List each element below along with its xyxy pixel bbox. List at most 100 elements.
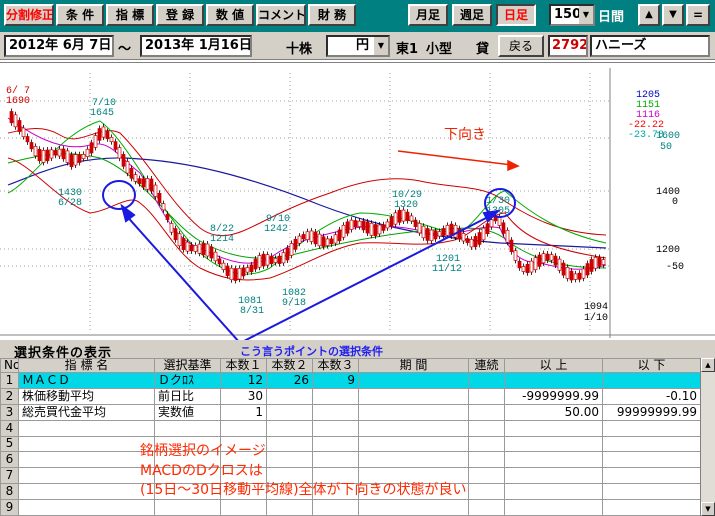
register-button[interactable]: 登 録 — [156, 4, 204, 26]
table-cell[interactable] — [312, 435, 359, 453]
table-cell[interactable]: Ｄクﾛｽ — [154, 372, 221, 389]
company-name-field[interactable]: ハニーズ — [590, 35, 710, 57]
table-cell[interactable] — [602, 419, 701, 437]
table-cell[interactable] — [602, 467, 701, 485]
table-cell[interactable] — [154, 419, 221, 437]
scroll-up-button[interactable]: ▲ — [638, 4, 660, 26]
col-header-criteria[interactable]: 選択基準 — [154, 358, 221, 373]
start-date-field[interactable]: 2012年 6月 7日 — [4, 35, 114, 57]
table-cell[interactable] — [220, 499, 267, 516]
monthly-button[interactable]: 月足 — [408, 4, 448, 26]
table-cell[interactable] — [468, 419, 505, 437]
table-cell[interactable] — [468, 387, 505, 405]
table-cell[interactable] — [18, 451, 155, 469]
end-date-field[interactable]: 2013年 1月16日 — [140, 35, 252, 57]
chevron-down-icon[interactable]: ▼ — [374, 37, 388, 55]
table-cell[interactable] — [602, 372, 701, 389]
table-cell[interactable] — [18, 483, 155, 500]
back-button[interactable]: 戻る — [498, 35, 544, 57]
table-cell[interactable]: 前日比 — [154, 387, 221, 405]
weekly-button[interactable]: 週足 — [452, 4, 492, 26]
table-cell[interactable]: 30 — [220, 387, 267, 405]
table-row[interactable]: 5 — [0, 435, 701, 453]
table-cell[interactable]: 株価移動平均 — [18, 387, 155, 405]
table-cell[interactable] — [358, 387, 469, 405]
table-cell[interactable] — [504, 419, 603, 437]
table-cell[interactable] — [220, 419, 267, 437]
table-cell[interactable]: 26 — [266, 372, 313, 389]
table-cell[interactable] — [358, 372, 469, 389]
table-cell[interactable] — [312, 419, 359, 437]
col-header-max[interactable]: 以 下 — [602, 358, 701, 373]
table-row[interactable]: 4 — [0, 419, 701, 437]
table-cell[interactable] — [468, 467, 505, 485]
table-cell[interactable] — [504, 483, 603, 500]
col-header-count3[interactable]: 本数３ — [312, 358, 359, 373]
table-cell[interactable]: -9999999.99 — [504, 387, 603, 405]
table-cell[interactable]: 実数値 — [154, 403, 221, 421]
col-header-min[interactable]: 以 上 — [504, 358, 603, 373]
table-cell[interactable] — [602, 483, 701, 500]
table-cell[interactable]: 50.00 — [504, 403, 603, 421]
comment-button[interactable]: コメント — [256, 4, 306, 26]
table-cell[interactable] — [504, 451, 603, 469]
table-cell[interactable] — [312, 499, 359, 516]
day-count-select[interactable]: 150 ▼ — [549, 4, 595, 26]
table-cell[interactable] — [358, 435, 469, 453]
table-cell[interactable] — [266, 499, 313, 516]
table-cell[interactable] — [504, 467, 603, 485]
equal-button[interactable]: = — [686, 4, 710, 26]
col-header-period[interactable]: 期 間 — [358, 358, 469, 373]
table-cell[interactable] — [266, 435, 313, 453]
table-cell[interactable] — [468, 451, 505, 469]
table-cell[interactable] — [504, 499, 603, 516]
table-row[interactable]: 2 株価移動平均 前日比 30 -9999999.99 -0.10 — [0, 387, 701, 405]
table-cell[interactable]: 総売買代金平均 — [18, 403, 155, 421]
table-cell[interactable]: 9 — [312, 372, 359, 389]
values-button[interactable]: 数 値 — [206, 4, 254, 26]
table-cell[interactable] — [358, 403, 469, 421]
table-row[interactable]: 1 ＭＡＣＤ Ｄクﾛｽ 12 26 9 — [0, 372, 701, 389]
table-cell[interactable] — [266, 451, 313, 469]
table-cell[interactable] — [358, 419, 469, 437]
split-correction-button[interactable]: 分割修正 — [4, 4, 54, 26]
scroll-down-arrow-icon[interactable]: ▼ — [701, 502, 715, 516]
currency-select[interactable]: 円 ▼ — [326, 35, 390, 57]
col-header-consecutive[interactable]: 連続 — [468, 358, 505, 373]
indicator-button[interactable]: 指 標 — [106, 4, 154, 26]
table-cell[interactable]: 99999999.99 — [602, 403, 701, 421]
table-cell[interactable] — [312, 451, 359, 469]
table-cell[interactable] — [18, 435, 155, 453]
table-cell[interactable] — [312, 403, 359, 421]
table-cell[interactable] — [602, 435, 701, 453]
table-cell[interactable] — [266, 387, 313, 405]
stock-code-field[interactable]: 2792 — [548, 35, 588, 57]
table-cell[interactable] — [18, 499, 155, 516]
col-header-count1[interactable]: 本数１ — [220, 358, 267, 373]
table-cell[interactable] — [18, 419, 155, 437]
financial-button[interactable]: 財 務 — [308, 4, 356, 26]
table-cell[interactable]: ＭＡＣＤ — [18, 372, 155, 389]
scroll-down-button[interactable]: ▼ — [662, 4, 684, 26]
table-cell[interactable] — [468, 483, 505, 500]
table-cell[interactable] — [468, 372, 505, 389]
table-cell[interactable] — [358, 499, 469, 516]
table-cell[interactable] — [504, 435, 603, 453]
table-cell[interactable] — [468, 403, 505, 421]
table-cell[interactable] — [18, 467, 155, 485]
table-cell[interactable] — [266, 419, 313, 437]
table-cell[interactable] — [154, 499, 221, 516]
table-cell[interactable]: 1 — [220, 403, 267, 421]
col-header-count2[interactable]: 本数２ — [266, 358, 313, 373]
table-cell[interactable] — [358, 451, 469, 469]
table-cell[interactable] — [602, 451, 701, 469]
table-cell[interactable]: -0.10 — [602, 387, 701, 405]
table-cell[interactable] — [504, 372, 603, 389]
col-header-indicator[interactable]: 指 標 名 — [18, 358, 155, 373]
scroll-up-arrow-icon[interactable]: ▲ — [701, 358, 715, 372]
table-cell[interactable] — [468, 435, 505, 453]
daily-button[interactable]: 日足 — [496, 4, 536, 26]
table-row[interactable]: 3 総売買代金平均 実数値 1 50.00 99999999.99 — [0, 403, 701, 421]
table-cell[interactable] — [312, 387, 359, 405]
chevron-down-icon[interactable]: ▼ — [579, 6, 593, 24]
